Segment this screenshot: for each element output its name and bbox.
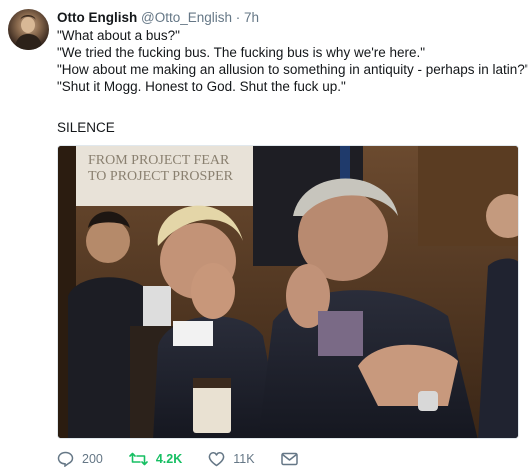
tweet-line: "We tried the fucking bus. The fucking b… — [57, 45, 426, 60]
tweet-header: Otto English @Otto_English · 7h — [57, 9, 259, 26]
avatar-image — [14, 15, 43, 50]
reply-icon — [57, 451, 74, 467]
direct-message-button[interactable] — [280, 452, 306, 466]
like-count: 11K — [233, 452, 255, 466]
banner-text-line1: FROM PROJECT FEAR — [88, 153, 230, 168]
author-handle[interactable]: @Otto_English — [141, 10, 232, 25]
tweet-line: "How about me making an allusion to some… — [57, 62, 528, 77]
like-button[interactable]: 11K — [208, 451, 255, 467]
photo-illustration: FROM PROJECT FEAR TO PROJECT PROSPER — [58, 146, 518, 438]
tweet-timestamp[interactable]: 7h — [244, 10, 259, 25]
author-name[interactable]: Otto English — [57, 10, 137, 25]
tweet-line: "What about a bus?" — [57, 28, 180, 43]
envelope-icon — [280, 452, 298, 466]
tweet-photo[interactable]: FROM PROJECT FEAR TO PROJECT PROSPER — [57, 145, 519, 439]
reply-button[interactable]: 200 — [57, 451, 103, 467]
retweet-icon — [129, 452, 148, 466]
retweet-button[interactable]: 4.2K — [129, 451, 182, 467]
banner-text-line2: TO PROJECT PROSPER — [88, 169, 234, 184]
tweet-text: "What about a bus?" "We tried the fuckin… — [57, 27, 528, 95]
separator-dot: · — [235, 10, 241, 25]
author-avatar[interactable] — [8, 9, 49, 50]
retweet-count: 4.2K — [155, 452, 183, 466]
heart-icon — [208, 452, 225, 467]
reply-count: 200 — [82, 452, 103, 466]
tweet-closing-line: SILENCE — [57, 120, 115, 135]
tweet-line: "Shut it Mogg. Honest to God. Shut the f… — [57, 79, 346, 94]
tweet-actions: 200 4.2K 11K — [57, 450, 332, 468]
